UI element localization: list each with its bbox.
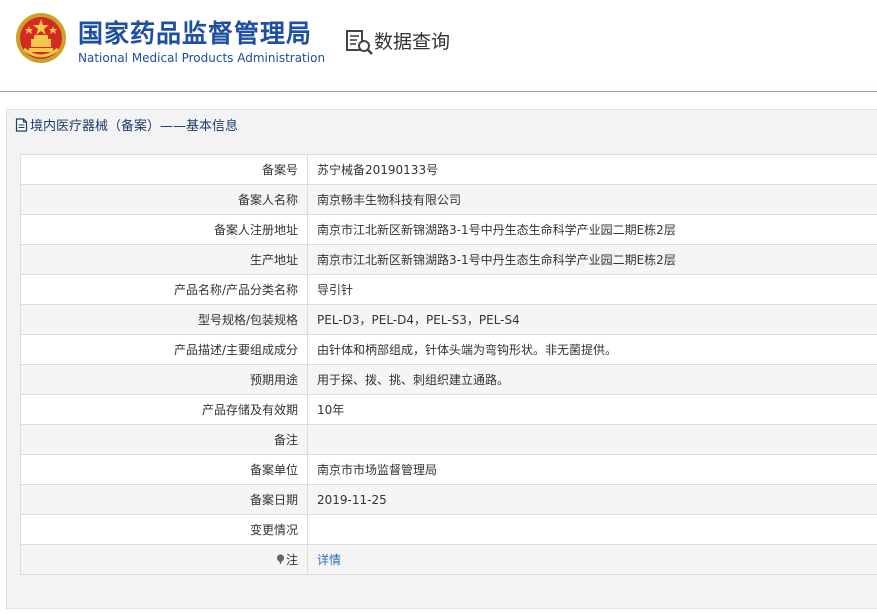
row-label: 生产地址 — [20, 244, 308, 275]
note-row: 注 详情 — [20, 544, 877, 575]
table-row: 备案人注册地址 南京市江北新区新锦湖路3-1号中丹生态生命科学产业园二期E栋2层 — [20, 214, 877, 245]
details-link[interactable]: 详情 — [317, 553, 341, 567]
table-row: 型号规格/包装规格 PEL-D3，PEL-D4，PEL-S3，PEL-S4 — [20, 304, 877, 335]
row-label: 备案人注册地址 — [20, 214, 308, 245]
row-label: 产品描述/主要组成成分 — [20, 334, 308, 365]
org-name-en: National Medical Products Administration — [78, 51, 326, 65]
row-value: 用于探、拨、挑、刺组织建立通路。 — [307, 364, 877, 395]
note-value: 详情 — [307, 544, 877, 575]
basic-info-table: 备案号 苏宁械备20190133号 备案人名称 南京畅丰生物科技有限公司 备案人… — [20, 154, 877, 575]
row-label: 预期用途 — [20, 364, 308, 395]
row-label: 备案号 — [20, 154, 308, 185]
info-panel: 境内医疗器械（备案）——基本信息 备案号 苏宁械备20190133号 备案人名称… — [6, 109, 877, 609]
panel-title: 境内医疗器械（备案）——基本信息 — [7, 110, 877, 144]
table-row: 生产地址 南京市江北新区新锦湖路3-1号中丹生态生命科学产业园二期E栋2层 — [20, 244, 877, 275]
document-search-icon — [346, 30, 373, 55]
table-row: 备案日期 2019-11-25 — [20, 484, 877, 515]
header-divider — [0, 91, 877, 92]
table-row: 预期用途 用于探、拨、挑、刺组织建立通路。 — [20, 364, 877, 395]
row-value: 导引针 — [307, 274, 877, 305]
org-name-cn: 国家药品监督管理局 — [78, 19, 313, 48]
row-label: 产品存储及有效期 — [20, 394, 308, 425]
row-value: PEL-D3，PEL-D4，PEL-S3，PEL-S4 — [307, 304, 877, 335]
table-row: 备案号 苏宁械备20190133号 — [20, 154, 877, 185]
row-label: 备案日期 — [20, 484, 308, 515]
note-label-text: 注 — [285, 553, 298, 567]
row-value — [307, 514, 877, 545]
row-label: 型号规格/包装规格 — [20, 304, 308, 335]
site-header: 国家药品监督管理局 National Medical Products Admi… — [0, 0, 877, 92]
table-row: 备案单位 南京市市场监督管理局 — [20, 454, 877, 485]
pin-icon — [276, 554, 285, 565]
national-emblem-icon — [16, 13, 66, 63]
data-query-title: 数据查询 — [374, 31, 451, 53]
table-row: 备案人名称 南京畅丰生物科技有限公司 — [20, 184, 877, 215]
row-label: 备案单位 — [20, 454, 308, 485]
row-label: 产品名称/产品分类名称 — [20, 274, 308, 305]
table-row: 产品描述/主要组成成分 由针体和柄部组成，针体头端为弯钩形状。非无菌提供。 — [20, 334, 877, 365]
table-row: 变更情况 — [20, 514, 877, 545]
row-value: 南京市市场监督管理局 — [307, 454, 877, 485]
table-row: 备注 — [20, 424, 877, 455]
row-value: 南京市江北新区新锦湖路3-1号中丹生态生命科学产业园二期E栋2层 — [307, 214, 877, 245]
row-value: 2019-11-25 — [307, 484, 877, 515]
row-value — [307, 424, 877, 455]
row-value: 由针体和柄部组成，针体头端为弯钩形状。非无菌提供。 — [307, 334, 877, 365]
row-value: 苏宁械备20190133号 — [307, 154, 877, 185]
note-label: 注 — [20, 544, 308, 575]
row-value: 南京畅丰生物科技有限公司 — [307, 184, 877, 215]
document-icon — [15, 118, 28, 132]
table-row: 产品存储及有效期 10年 — [20, 394, 877, 425]
row-label: 变更情况 — [20, 514, 308, 545]
table-row: 产品名称/产品分类名称 导引针 — [20, 274, 877, 305]
row-value: 南京市江北新区新锦湖路3-1号中丹生态生命科学产业园二期E栋2层 — [307, 244, 877, 275]
row-label: 备注 — [20, 424, 308, 455]
row-label: 备案人名称 — [20, 184, 308, 215]
row-value: 10年 — [307, 394, 877, 425]
panel-title-text: 境内医疗器械（备案）——基本信息 — [30, 119, 239, 134]
